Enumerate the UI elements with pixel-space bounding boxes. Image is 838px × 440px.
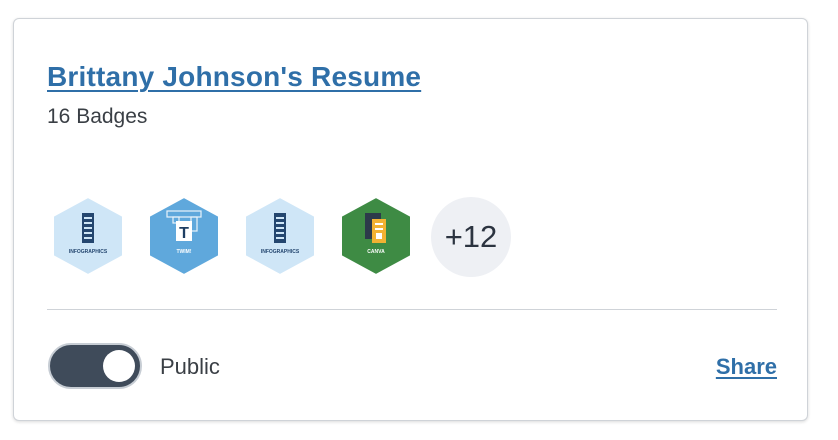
visibility-label: Public xyxy=(160,354,220,379)
badge-infographics[interactable]: INFOGRAPHICS xyxy=(51,195,125,277)
public-toggle[interactable] xyxy=(48,343,142,389)
more-badges-button[interactable]: +12 xyxy=(431,197,511,277)
toggle-knob xyxy=(103,350,135,382)
badge-label: CANVA xyxy=(367,249,385,255)
infographics-icon xyxy=(82,213,94,243)
svg-text:T: T xyxy=(179,225,189,242)
badge-canva[interactable]: CANVA xyxy=(339,195,413,277)
badge-twim[interactable]: T TWIM! xyxy=(147,195,221,277)
divider xyxy=(47,309,777,310)
badge-count: 16 Badges xyxy=(47,105,148,128)
badge-infographics-2[interactable]: INFOGRAPHICS xyxy=(243,195,317,277)
infographics-icon xyxy=(274,213,286,243)
badge-label: INFOGRAPHICS xyxy=(69,249,108,255)
resume-title-link[interactable]: Brittany Johnson's Resume xyxy=(47,61,421,93)
badge-label: TWIM! xyxy=(177,249,192,255)
share-link[interactable]: Share xyxy=(716,354,777,380)
badge-label: INFOGRAPHICS xyxy=(261,249,300,255)
resume-card: Brittany Johnson's Resume 16 Badges INFO… xyxy=(13,18,808,421)
